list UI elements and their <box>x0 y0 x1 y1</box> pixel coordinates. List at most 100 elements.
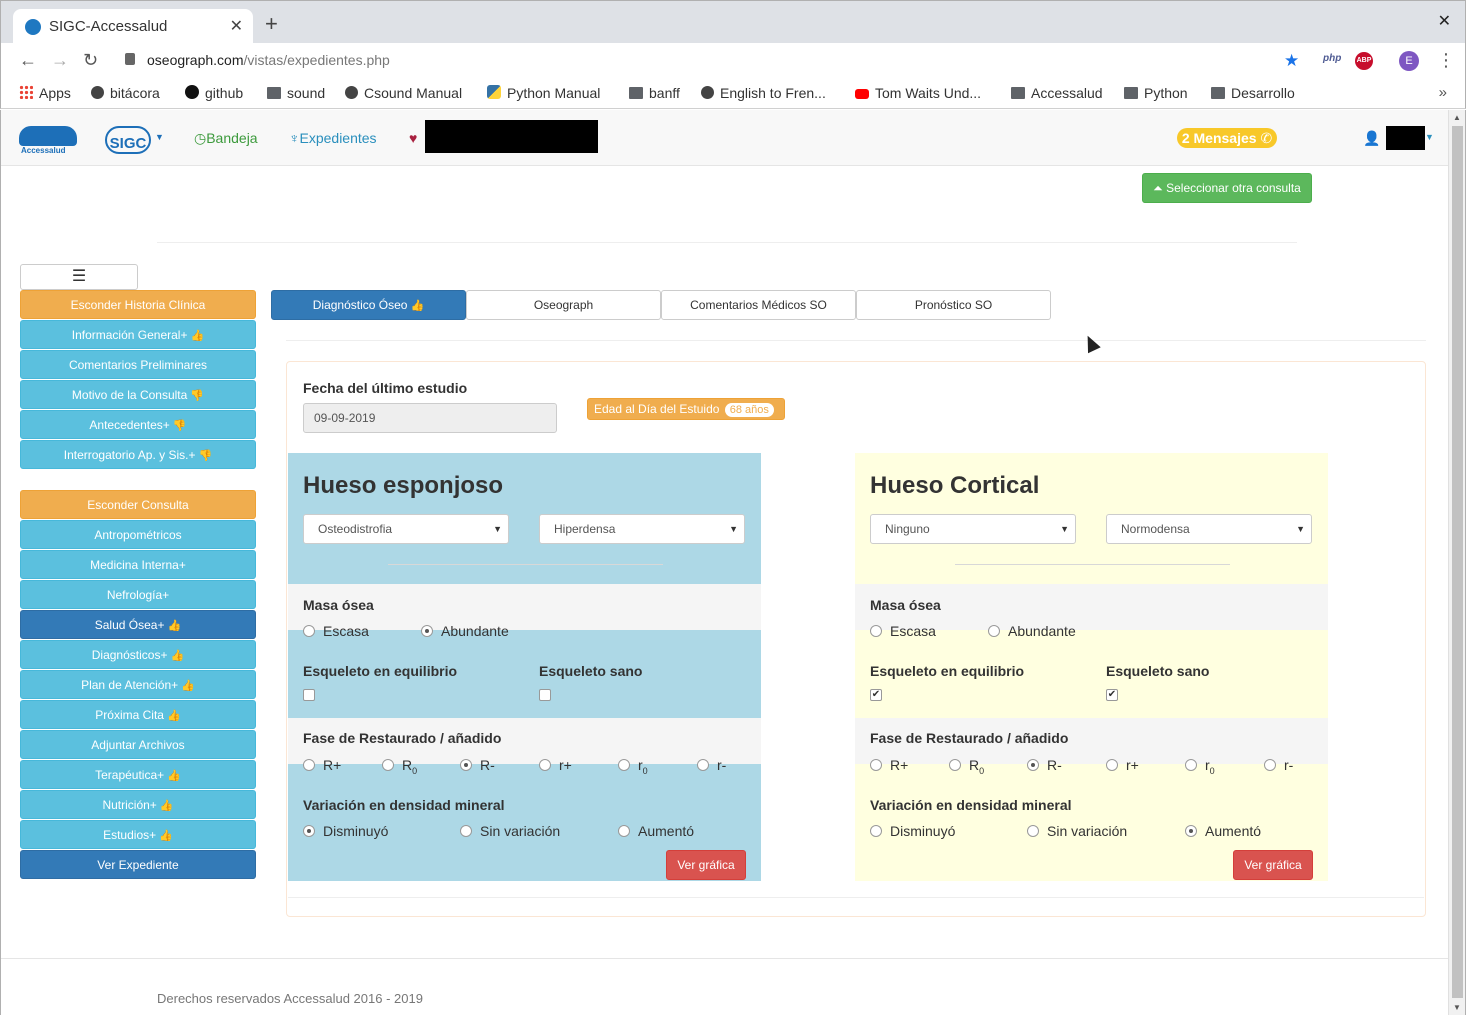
radio-button[interactable] <box>421 625 433 637</box>
page-scrollbar[interactable]: ▲ ▼ <box>1448 110 1466 1015</box>
radio-option[interactable]: Disminuyó <box>870 823 955 839</box>
messages-badge[interactable]: 2 Mensajes ✆ <box>1177 128 1277 148</box>
esponjoso-select2[interactable]: Hiperdensa ▼ <box>539 514 745 544</box>
sidebar-item[interactable]: Próxima Cita 👍 <box>20 700 256 729</box>
bookmark-item[interactable]: github <box>185 85 243 101</box>
cortical-select2[interactable]: Normodensa ▼ <box>1106 514 1312 544</box>
radio-button[interactable] <box>870 825 882 837</box>
radio-button[interactable] <box>460 759 472 771</box>
radio-option[interactable]: r+ <box>1106 757 1139 773</box>
ver-grafica-button[interactable]: Ver gráfica <box>1233 850 1313 880</box>
checkbox-sano[interactable]: ✔ <box>1106 689 1118 701</box>
cortical-select1[interactable]: Ninguno ▼ <box>870 514 1076 544</box>
checkbox-equilibrio[interactable]: ✔ <box>870 689 882 701</box>
forward-arrow-icon[interactable]: → <box>51 51 69 69</box>
tab-1[interactable]: Diagnóstico Óseo 👍 <box>271 290 466 320</box>
sigc-caret-icon[interactable]: ▼ <box>155 132 164 142</box>
sidebar-item[interactable]: Antecedentes+ 👎 <box>20 410 256 439</box>
reload-icon[interactable]: ↻ <box>83 51 98 69</box>
radio-option[interactable]: Abundante <box>988 623 1076 639</box>
bookmark-item[interactable]: bitácora <box>91 85 160 101</box>
sidebar-item[interactable]: Motivo de la Consulta 👎 <box>20 380 256 409</box>
scroll-down-icon[interactable]: ▼ <box>1453 1003 1461 1012</box>
radio-button[interactable] <box>870 625 882 637</box>
radio-button[interactable] <box>1027 825 1039 837</box>
php-extension-icon[interactable]: php <box>1323 53 1341 64</box>
radio-option[interactable]: Disminuyó <box>303 823 388 839</box>
radio-button[interactable] <box>460 825 472 837</box>
radio-button[interactable] <box>618 759 630 771</box>
radio-option[interactable]: Sin variación <box>460 823 560 839</box>
adblock-extension-icon[interactable]: ABP <box>1355 52 1373 70</box>
sidebar-toggle-button[interactable]: ☰ <box>20 264 138 290</box>
radio-button[interactable] <box>949 759 961 771</box>
radio-option[interactable]: R0 <box>949 757 984 776</box>
radio-button[interactable] <box>303 825 315 837</box>
bookmark-item[interactable]: Tom Waits Und... <box>855 85 981 101</box>
sidebar-item[interactable]: Ver Expediente <box>20 850 256 879</box>
bookmark-item[interactable]: sound <box>267 85 325 101</box>
sidebar-item[interactable]: Antropométricos <box>20 520 256 549</box>
back-arrow-icon[interactable]: ← <box>19 51 37 69</box>
radio-button[interactable] <box>303 759 315 771</box>
checkbox-sano[interactable] <box>539 689 551 701</box>
ver-grafica-button[interactable]: Ver gráfica <box>666 850 746 880</box>
sidebar-item[interactable]: Esconder Historia Clínica <box>20 290 256 319</box>
user-caret-icon[interactable]: ▼ <box>1425 132 1434 142</box>
radio-button[interactable] <box>988 625 1000 637</box>
radio-button[interactable] <box>1264 759 1276 771</box>
radio-option[interactable]: R+ <box>870 757 908 773</box>
sidebar-item[interactable]: Diagnósticos+ 👍 <box>20 640 256 669</box>
sidebar-item[interactable]: Nefrología+ <box>20 580 256 609</box>
sidebar-item[interactable]: Comentarios Preliminares <box>20 350 256 379</box>
radio-button[interactable] <box>1185 825 1197 837</box>
radio-button[interactable] <box>1185 759 1197 771</box>
radio-option[interactable]: r0 <box>1185 757 1215 776</box>
tab-close-icon[interactable]: ✕ <box>230 16 243 36</box>
bookmark-item[interactable]: Apps <box>19 85 71 101</box>
bookmark-item[interactable]: Accessalud <box>1011 85 1103 101</box>
bookmark-item[interactable]: Python <box>1124 85 1188 101</box>
bookmark-star-icon[interactable]: ★ <box>1284 51 1299 71</box>
radio-button[interactable] <box>382 759 394 771</box>
nav-bandeja[interactable]: ◷Bandeja <box>194 130 258 147</box>
tab-2[interactable]: Oseograph <box>466 290 661 320</box>
radio-button[interactable] <box>697 759 709 771</box>
radio-button[interactable] <box>1027 759 1039 771</box>
radio-option[interactable]: Sin variación <box>1027 823 1127 839</box>
url-bar[interactable]: oseograph.com/vistas/expedientes.php <box>113 47 1313 75</box>
sidebar-item[interactable]: Nutrición+ 👍 <box>20 790 256 819</box>
radio-option[interactable]: Escasa <box>870 623 936 639</box>
checkbox-equilibrio[interactable] <box>303 689 315 701</box>
radio-option[interactable]: Aumentó <box>1185 823 1261 839</box>
fecha-input[interactable]: 09-09-2019 <box>303 403 557 433</box>
accessalud-logo[interactable]: Accessalud <box>19 126 77 156</box>
radio-option[interactable]: R- <box>460 757 495 773</box>
sidebar-item[interactable]: Adjuntar Archivos <box>20 730 256 759</box>
browser-tab[interactable]: SIGC-Accessalud ✕ <box>13 9 253 44</box>
radio-button[interactable] <box>870 759 882 771</box>
sidebar-item[interactable]: Plan de Atención+ 👍 <box>20 670 256 699</box>
profile-avatar[interactable]: E <box>1399 51 1419 71</box>
bookmark-item[interactable]: Python Manual <box>487 85 600 101</box>
esponjoso-select1[interactable]: Osteodistrofia ▼ <box>303 514 509 544</box>
radio-option[interactable]: R+ <box>303 757 341 773</box>
radio-option[interactable]: Aumentó <box>618 823 694 839</box>
browser-menu-icon[interactable]: ⋮ <box>1437 50 1455 71</box>
tab-4[interactable]: Pronóstico SO <box>856 290 1051 320</box>
scrollbar-thumb[interactable] <box>1452 126 1463 998</box>
user-icon[interactable]: 👤 <box>1363 130 1380 147</box>
radio-option[interactable]: R0 <box>382 757 417 776</box>
radio-button[interactable] <box>618 825 630 837</box>
bookmark-item[interactable]: English to Fren... <box>701 85 826 101</box>
radio-option[interactable]: r- <box>697 757 726 773</box>
sidebar-item[interactable]: Información General+ 👍 <box>20 320 256 349</box>
heartbeat-icon[interactable]: ♥ <box>409 130 417 146</box>
radio-button[interactable] <box>539 759 551 771</box>
nav-expedientes[interactable]: ♆Expedientes <box>289 130 377 146</box>
sidebar-item[interactable]: Esconder Consulta <box>20 490 256 519</box>
radio-option[interactable]: Escasa <box>303 623 369 639</box>
sidebar-item[interactable]: Medicina Interna+ <box>20 550 256 579</box>
radio-option[interactable]: r+ <box>539 757 572 773</box>
sidebar-item[interactable]: Salud Ósea+ 👍 <box>20 610 256 639</box>
